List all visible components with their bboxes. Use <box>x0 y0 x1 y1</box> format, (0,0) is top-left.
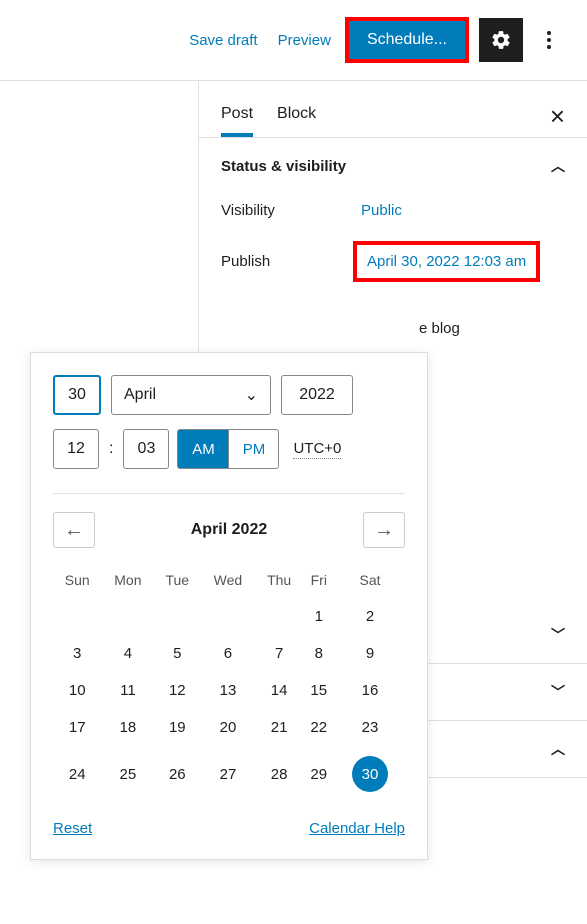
calendar-day[interactable]: 15 <box>303 672 335 709</box>
settings-button[interactable] <box>479 18 523 62</box>
chevron-down-icon: ﹀ <box>551 625 565 645</box>
schedule-button[interactable]: Schedule... <box>347 19 467 61</box>
reset-link[interactable]: Reset <box>53 820 92 837</box>
month-select[interactable]: April ⌄ <box>111 375 271 415</box>
tab-block[interactable]: Block <box>277 95 316 137</box>
calendar-day[interactable]: 25 <box>101 746 154 802</box>
save-draft-button[interactable]: Save draft <box>185 24 261 57</box>
calendar-day[interactable]: 6 <box>200 635 255 672</box>
calendar-day[interactable]: 24 <box>53 746 101 802</box>
calendar-dow: Wed <box>200 562 255 598</box>
calendar-dow: Tue <box>154 562 200 598</box>
ampm-toggle: AM PM <box>177 429 279 469</box>
am-button[interactable]: AM <box>178 430 228 468</box>
calendar-day[interactable]: 29 <box>303 746 335 802</box>
publish-value[interactable]: April 30, 2022 12:03 am <box>357 245 536 278</box>
calendar-dow: Sun <box>53 562 101 598</box>
calendar-day[interactable]: 13 <box>200 672 255 709</box>
calendar-day <box>154 598 200 635</box>
more-options-button[interactable] <box>535 18 563 62</box>
calendar-day[interactable]: 30 <box>335 746 405 802</box>
calendar-day[interactable]: 3 <box>53 635 101 672</box>
status-visibility-panel: Status & visibility ︿ Visibility Public … <box>199 138 587 296</box>
editor-topbar: Save draft Preview Schedule... <box>0 0 587 81</box>
close-sidebar-button[interactable]: × <box>550 103 565 129</box>
calendar-dow: Sat <box>335 562 405 598</box>
calendar-day[interactable]: 17 <box>53 709 101 746</box>
day-input[interactable]: 30 <box>53 375 101 415</box>
preview-button[interactable]: Preview <box>274 24 335 57</box>
calendar-day <box>200 598 255 635</box>
calendar-day[interactable]: 8 <box>303 635 335 672</box>
calendar-day <box>256 598 303 635</box>
arrow-right-icon: → <box>374 519 394 542</box>
calendar-dow: Fri <box>303 562 335 598</box>
calendar-dow: Mon <box>101 562 154 598</box>
calendar-help-link[interactable]: Calendar Help <box>309 820 405 837</box>
calendar-day <box>101 598 154 635</box>
chevron-down-icon: ﹀ <box>551 682 565 702</box>
pm-button[interactable]: PM <box>228 430 278 468</box>
calendar-day[interactable]: 14 <box>256 672 303 709</box>
publish-row: Publish April 30, 2022 12:03 am <box>221 245 565 278</box>
calendar-day[interactable]: 4 <box>101 635 154 672</box>
calendar-day[interactable]: 12 <box>154 672 200 709</box>
calendar-day[interactable]: 22 <box>303 709 335 746</box>
arrow-left-icon: ← <box>64 519 84 542</box>
time-colon: : <box>107 440 115 458</box>
calendar-day[interactable]: 20 <box>200 709 255 746</box>
calendar-day[interactable]: 1 <box>303 598 335 635</box>
section-title: Status & visibility <box>221 158 346 175</box>
calendar-day[interactable]: 10 <box>53 672 101 709</box>
sidebar-tabs: Post Block × <box>199 81 587 138</box>
gear-icon <box>490 29 512 51</box>
calendar-day[interactable]: 18 <box>101 709 154 746</box>
visibility-label: Visibility <box>221 202 361 219</box>
hour-input[interactable]: 12 <box>53 429 99 469</box>
visibility-value[interactable]: Public <box>361 202 402 219</box>
calendar-day[interactable]: 27 <box>200 746 255 802</box>
minute-input[interactable]: 03 <box>123 429 169 469</box>
visibility-row: Visibility Public <box>221 202 565 219</box>
divider <box>53 493 405 494</box>
chevron-up-icon: ︿ <box>551 156 565 176</box>
calendar-day[interactable]: 16 <box>335 672 405 709</box>
calendar-grid: SunMonTueWedThuFriSat 123456789101112131… <box>53 562 405 802</box>
chevron-down-icon: ⌄ <box>245 385 258 405</box>
chevron-up-icon: ︿ <box>551 739 565 759</box>
month-value: April <box>124 386 156 404</box>
datetime-picker: 30 April ⌄ 2022 12 : 03 AM PM UTC+0 ← Ap… <box>30 352 428 860</box>
year-input[interactable]: 2022 <box>281 375 353 415</box>
tab-post[interactable]: Post <box>221 95 253 137</box>
calendar-dow: Thu <box>256 562 303 598</box>
calendar-day[interactable]: 11 <box>101 672 154 709</box>
publish-label: Publish <box>221 253 361 270</box>
obscured-text: e blog <box>419 320 587 337</box>
calendar-day[interactable]: 9 <box>335 635 405 672</box>
dots-vertical-icon <box>547 31 551 49</box>
calendar-day[interactable]: 21 <box>256 709 303 746</box>
prev-month-button[interactable]: ← <box>53 512 95 548</box>
calendar-day[interactable]: 26 <box>154 746 200 802</box>
calendar-day <box>53 598 101 635</box>
next-month-button[interactable]: → <box>363 512 405 548</box>
calendar-day[interactable]: 5 <box>154 635 200 672</box>
calendar-day[interactable]: 28 <box>256 746 303 802</box>
calendar-title: April 2022 <box>191 521 267 539</box>
calendar-day[interactable]: 19 <box>154 709 200 746</box>
timezone-label[interactable]: UTC+0 <box>293 440 341 459</box>
calendar-day[interactable]: 23 <box>335 709 405 746</box>
calendar-day[interactable]: 7 <box>256 635 303 672</box>
calendar-day[interactable]: 2 <box>335 598 405 635</box>
status-visibility-header[interactable]: Status & visibility ︿ <box>221 156 565 176</box>
